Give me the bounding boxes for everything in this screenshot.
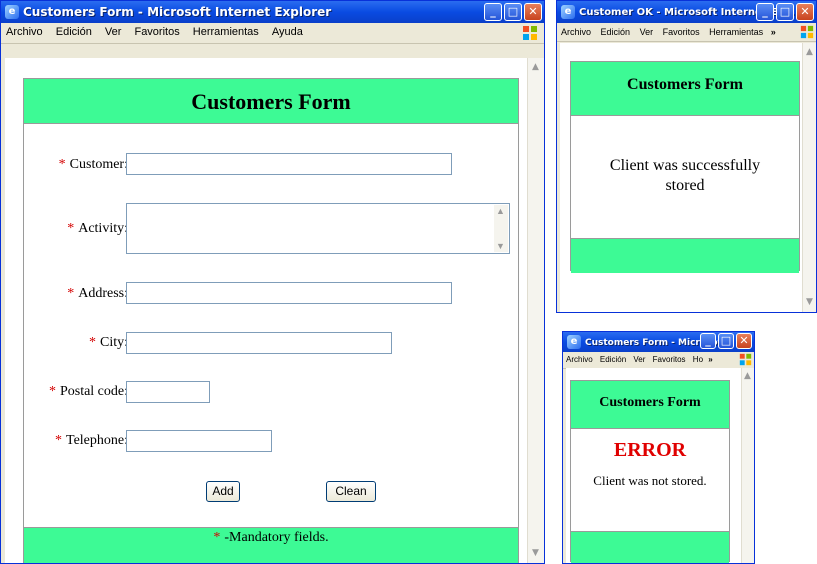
- windows-flag-icon: [523, 26, 537, 40]
- menu-more[interactable]: »: [707, 353, 713, 364]
- error-footer: [571, 531, 729, 563]
- menu-edicion[interactable]: Edición: [597, 23, 634, 37]
- error-title: ERROR: [613, 439, 687, 461]
- scroll-down-icon[interactable]: ▼: [530, 548, 541, 559]
- footer-mandatory-text: -Mandatory fields.: [224, 530, 329, 545]
- city-label: * City:: [88, 335, 128, 350]
- menu-ver[interactable]: Ver: [636, 23, 657, 37]
- menu-herramientas[interactable]: Ho: [690, 352, 705, 364]
- menu-ver[interactable]: Ver: [100, 23, 127, 38]
- error-browser-window: e Customers Form - Microsof... _ □ ✕ Arc…: [562, 331, 755, 564]
- close-icon[interactable]: ✕: [736, 333, 752, 349]
- form-header: Customers Form: [24, 79, 518, 124]
- clean-button[interactable]: Clean: [326, 481, 376, 502]
- add-button[interactable]: Add: [206, 481, 240, 502]
- minimize-icon[interactable]: _: [484, 3, 502, 21]
- ok-header: Customers Form: [571, 62, 799, 116]
- telephone-label: * Telephone:: [55, 433, 128, 448]
- scroll-down-icon[interactable]: ▼: [496, 241, 505, 251]
- windows-flag-icon: [739, 353, 752, 366]
- customer-label: * Customer:: [58, 157, 128, 172]
- minimize-icon[interactable]: _: [700, 333, 716, 349]
- ie-icon: e: [5, 5, 19, 19]
- menu-favoritos[interactable]: Favoritos: [129, 23, 184, 38]
- main-scrollbar[interactable]: ▲ ▼: [527, 58, 544, 563]
- ok-message: Client was successfully stored: [609, 157, 761, 194]
- scroll-down-icon[interactable]: ▼: [804, 297, 815, 308]
- city-input[interactable]: [126, 332, 392, 354]
- error-message: Client was not stored.: [593, 473, 707, 488]
- close-icon[interactable]: ✕: [524, 3, 542, 21]
- postal-code-input[interactable]: [126, 381, 210, 403]
- main-page-content: Customers Form * Customer: * Activity: ▲ ▼…: [5, 58, 528, 563]
- menu-edicion[interactable]: Edición: [597, 352, 628, 364]
- scroll-up-icon[interactable]: ▲: [496, 206, 505, 216]
- close-icon[interactable]: ✕: [796, 3, 814, 21]
- menu-ayuda[interactable]: Ayuda: [267, 23, 308, 38]
- error-header: Customers Form: [571, 381, 729, 429]
- error-box: Customers Form ERROR Client was not stor…: [570, 380, 730, 563]
- ie-icon: e: [567, 335, 581, 349]
- menu-favoritos[interactable]: Favoritos: [659, 23, 703, 37]
- form-heading: Customers Form: [191, 89, 351, 114]
- maximize-icon[interactable]: □: [504, 3, 522, 21]
- footer-asterisk: *: [213, 530, 221, 545]
- menu-archivo[interactable]: Archivo: [1, 23, 48, 38]
- ok-page-content: Customers Form Client was successfully s…: [560, 43, 803, 312]
- customer-input[interactable]: [126, 153, 452, 175]
- address-label: * Address:: [67, 286, 128, 301]
- error-heading: Customers Form: [599, 395, 701, 410]
- ok-footer: [571, 238, 799, 273]
- menu-ver[interactable]: Ver: [630, 352, 647, 364]
- ok-heading: Customers Form: [627, 76, 743, 93]
- telephone-input[interactable]: [126, 430, 272, 452]
- activity-label: * Activity:: [67, 221, 128, 236]
- ok-menubar: Archivo Edición Ver Favoritos Herramient…: [557, 23, 816, 42]
- form-footer: * -Mandatory fields.: [24, 527, 518, 563]
- scroll-up-icon[interactable]: ▲: [742, 371, 753, 382]
- menu-favoritos[interactable]: Favoritos: [650, 352, 688, 364]
- activity-scrollbar[interactable]: ▲ ▼: [494, 205, 508, 252]
- maximize-icon[interactable]: □: [776, 3, 794, 21]
- ok-browser-window: e Customer OK - Microsoft Internet Ex...…: [556, 0, 817, 313]
- maximize-icon[interactable]: □: [718, 333, 734, 349]
- main-titlebar[interactable]: e Customers Form - Microsoft Internet Ex…: [1, 1, 544, 23]
- menu-edicion[interactable]: Edición: [51, 23, 97, 38]
- menu-more[interactable]: »: [769, 24, 778, 37]
- main-window-title: Customers Form - Microsoft Internet Expl…: [23, 5, 332, 19]
- scroll-up-icon[interactable]: ▲: [804, 47, 815, 58]
- minimize-icon[interactable]: _: [756, 3, 774, 21]
- ok-scrollbar[interactable]: ▲ ▼: [802, 43, 816, 312]
- windows-flag-icon: [800, 25, 814, 39]
- main-menubar: Archivo Edición Ver Favoritos Herramient…: [1, 23, 544, 44]
- ok-box: Customers Form Client was successfully s…: [570, 61, 800, 273]
- error-titlebar[interactable]: e Customers Form - Microsof... _ □ ✕: [563, 332, 754, 352]
- activity-textarea[interactable]: ▲ ▼: [126, 203, 510, 254]
- address-input[interactable]: [126, 282, 452, 304]
- menu-herramientas[interactable]: Herramientas: [705, 23, 766, 37]
- menu-herramientas[interactable]: Herramientas: [188, 23, 264, 38]
- ie-icon: e: [561, 5, 575, 19]
- customers-form-box: Customers Form * Customer: * Activity: ▲ ▼…: [23, 78, 519, 563]
- menu-archivo[interactable]: Archivo: [557, 23, 594, 37]
- postal-code-label: * Postal code:: [48, 384, 128, 399]
- error-scrollbar[interactable]: ▲: [741, 368, 754, 563]
- main-browser-window: e Customers Form - Microsoft Internet Ex…: [0, 0, 545, 564]
- error-page-content: Customers Form ERROR Client was not stor…: [566, 368, 742, 563]
- error-menubar: Archivo Edición Ver Favoritos Ho »: [563, 352, 754, 369]
- menu-archivo[interactable]: Archivo: [563, 352, 595, 364]
- scroll-up-icon[interactable]: ▲: [530, 62, 541, 73]
- ok-titlebar[interactable]: e Customer OK - Microsoft Internet Ex...…: [557, 1, 816, 23]
